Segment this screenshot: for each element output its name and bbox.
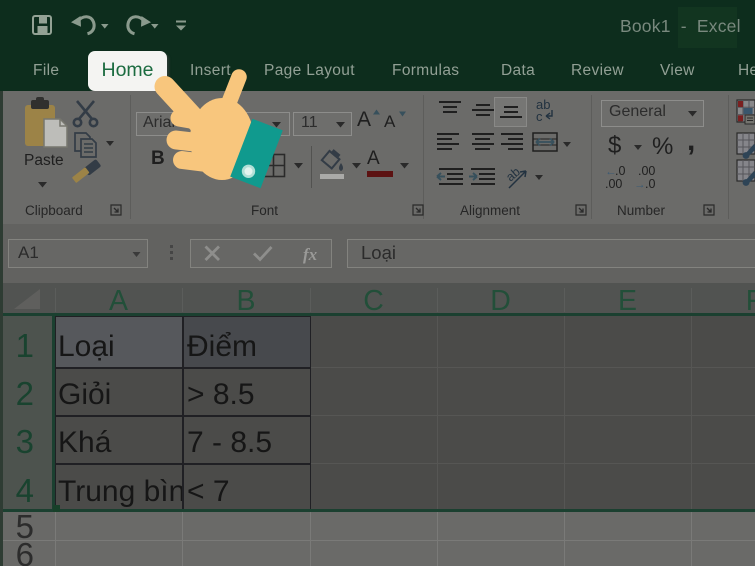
svg-text:.00: .00 (638, 164, 655, 178)
svg-text:.0: .0 (645, 177, 655, 191)
svg-text:Paste: Paste (24, 152, 64, 169)
svg-text:→: → (634, 179, 646, 191)
svg-text:c: c (536, 109, 543, 124)
svg-text:fx: fx (303, 245, 318, 264)
svg-text:ab: ab (503, 165, 523, 185)
svg-text:.00: .00 (605, 177, 622, 191)
svg-text:.0: .0 (615, 164, 625, 178)
